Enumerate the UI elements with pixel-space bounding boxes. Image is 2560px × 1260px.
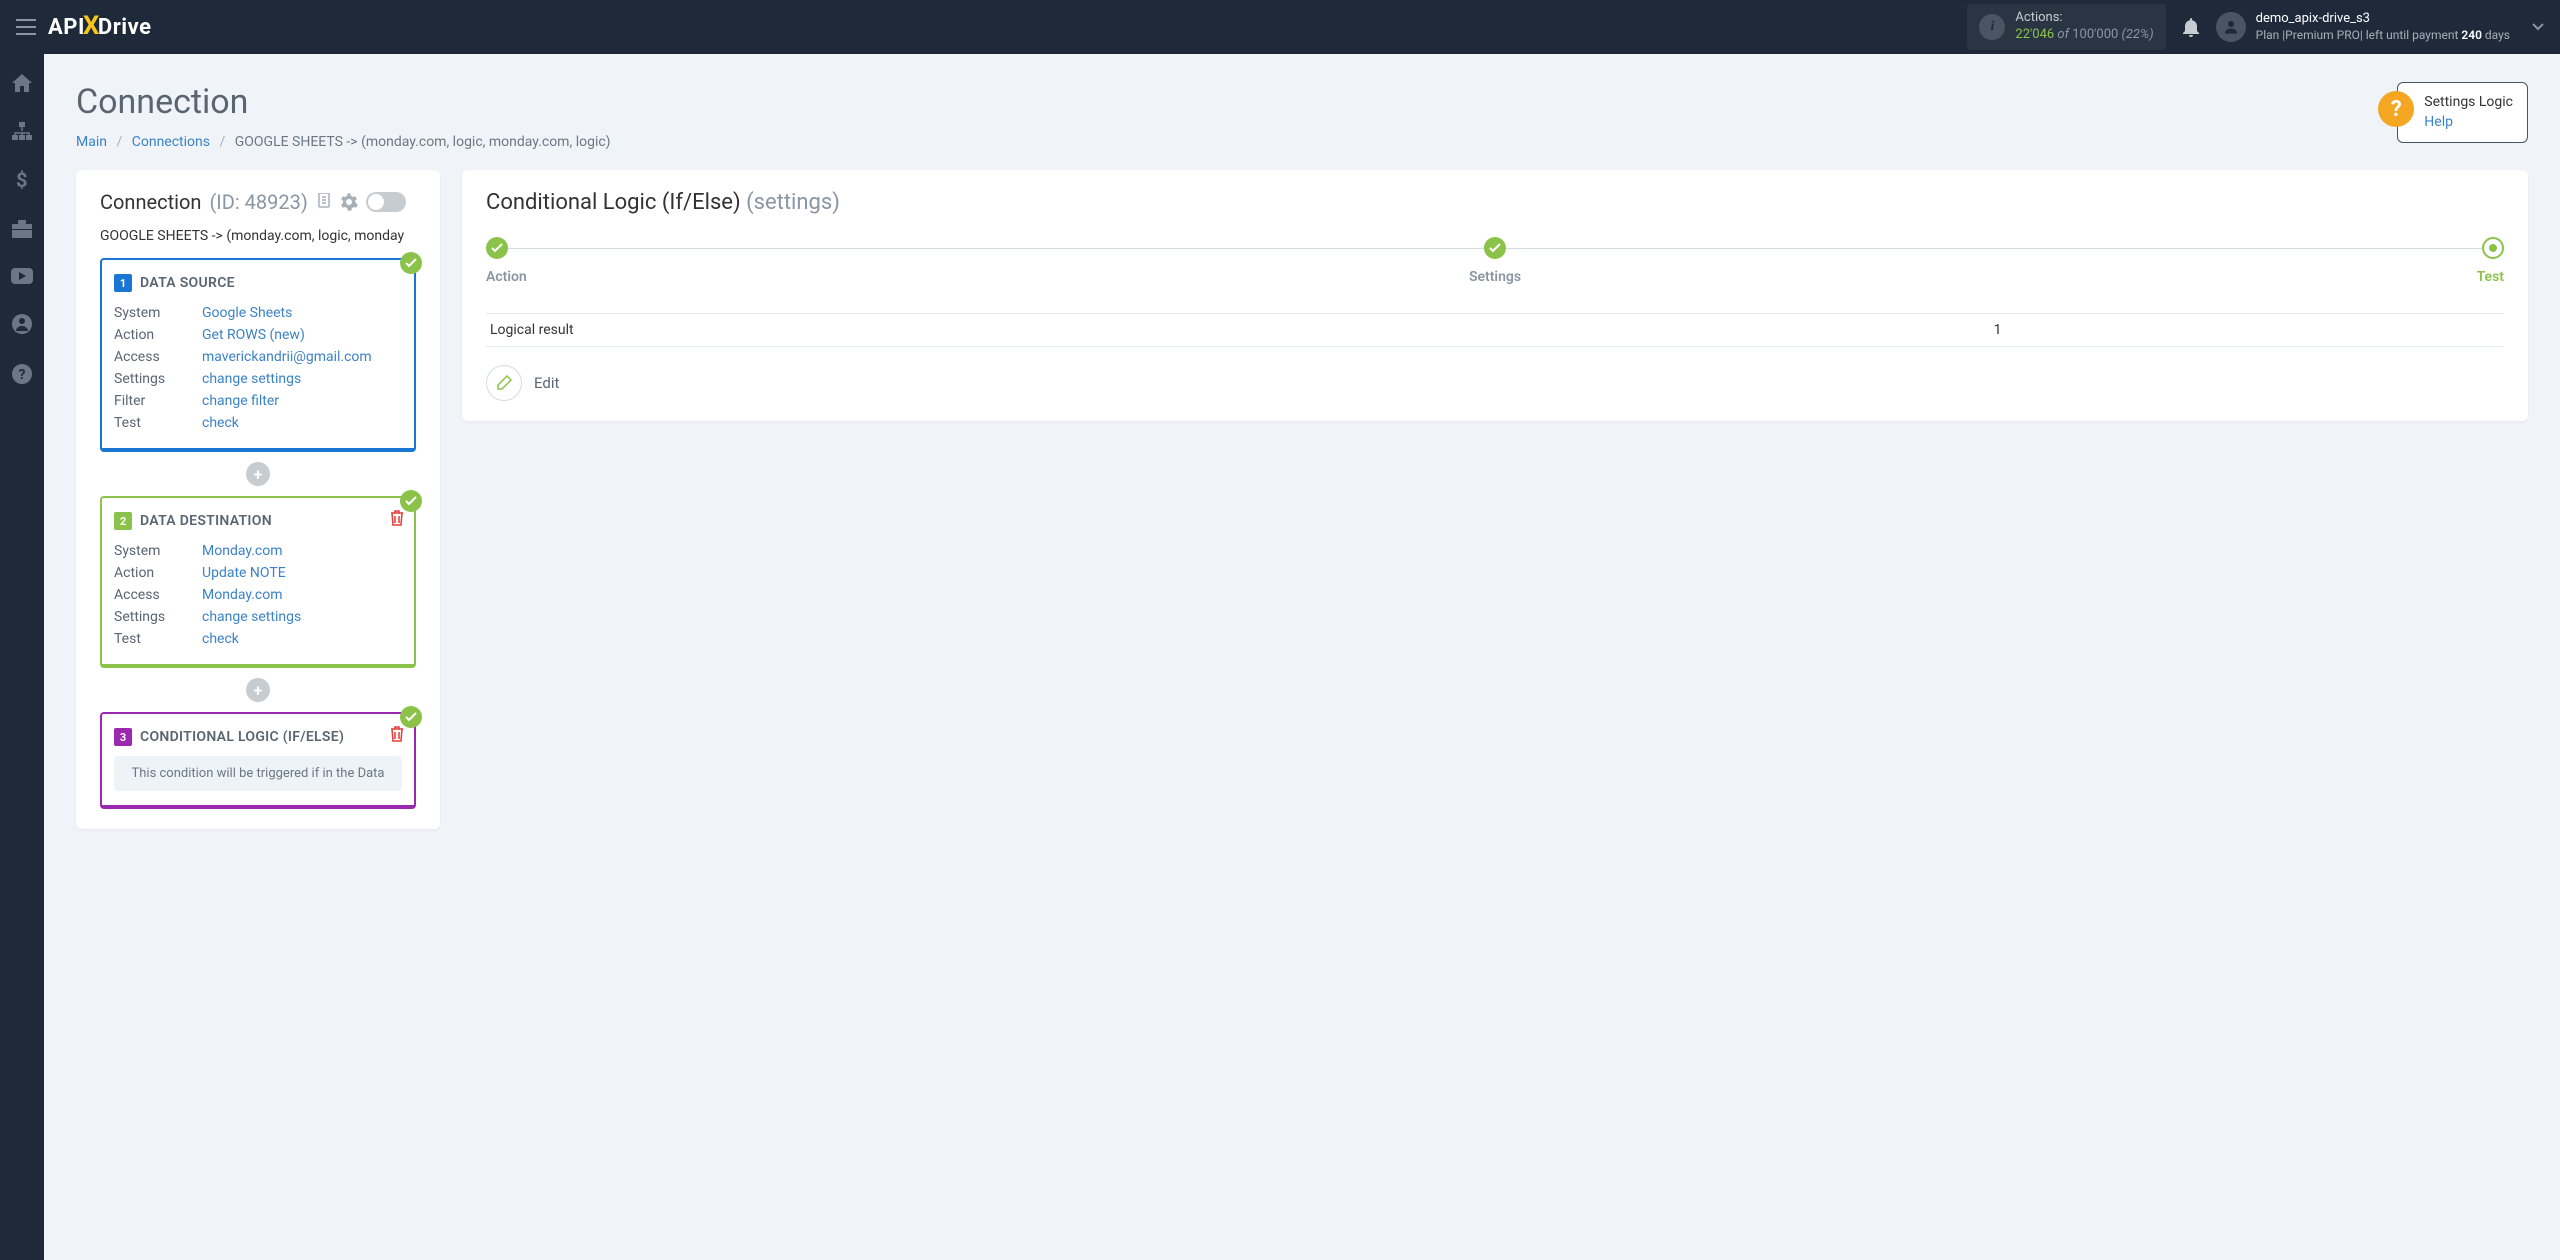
- result-table: Logical result 1: [486, 313, 2504, 347]
- actions-count: 22'046: [2015, 27, 2054, 42]
- breadcrumb-current: GOOGLE SHEETS -> (monday.com, logic, mon…: [235, 134, 611, 150]
- user-plan: Plan |Premium PRO| left until payment 24…: [2256, 28, 2510, 44]
- block-number: 3: [114, 728, 132, 746]
- check-icon: [400, 490, 422, 512]
- step-action-icon[interactable]: [486, 237, 508, 259]
- step-settings-label: Settings: [1469, 269, 1521, 285]
- user-menu[interactable]: demo_apix-drive_s3 Plan |Premium PRO| le…: [2216, 11, 2544, 43]
- logo-post: Drive: [98, 15, 152, 40]
- sidebar-briefcase[interactable]: [0, 216, 44, 242]
- delete-icon[interactable]: [390, 726, 404, 742]
- connection-path: GOOGLE SHEETS -> (monday.com, logic, mon…: [100, 228, 416, 244]
- help-box: ? Settings Logic Help: [2397, 82, 2528, 143]
- actions-pct: (22%): [2118, 27, 2153, 42]
- block-conditional-logic[interactable]: 3 CONDITIONAL LOGIC (IF/ELSE) This condi…: [100, 712, 416, 809]
- step-test-icon[interactable]: [2482, 237, 2504, 259]
- help-icon: ?: [2378, 91, 2414, 127]
- block-data-source[interactable]: 1 DATA SOURCE SystemGoogle Sheets Action…: [100, 258, 416, 452]
- source-system[interactable]: Google Sheets: [202, 305, 292, 321]
- step-test-label: Test: [2477, 269, 2504, 285]
- copy-icon[interactable]: [316, 193, 332, 211]
- check-icon: [400, 706, 422, 728]
- add-block-button[interactable]: +: [246, 462, 270, 486]
- logo-x: X: [83, 11, 100, 41]
- actions-box[interactable]: i Actions: 22'046 of 100'000 (22%): [1967, 4, 2165, 50]
- logo[interactable]: APIXDrive: [48, 12, 151, 42]
- edit-button[interactable]: Edit: [486, 365, 559, 401]
- stepper: Action Settings Test: [486, 237, 2504, 295]
- page-title: Connection: [76, 82, 611, 122]
- delete-icon[interactable]: [390, 510, 404, 526]
- panel-title: Conditional Logic (If/Else) (settings): [486, 190, 2504, 215]
- bell-icon[interactable]: [2182, 17, 2200, 37]
- check-icon: [400, 252, 422, 274]
- actions-label: Actions:: [2015, 10, 2153, 27]
- breadcrumb-connections[interactable]: Connections: [132, 134, 210, 150]
- sidebar-profile[interactable]: [0, 310, 44, 338]
- source-test[interactable]: check: [202, 415, 239, 431]
- result-value: 1: [1495, 322, 2500, 338]
- menu-icon[interactable]: [16, 19, 36, 35]
- sidebar-video[interactable]: [0, 264, 44, 288]
- connection-id: (ID: 48923): [209, 190, 307, 214]
- svg-text:$: $: [16, 170, 27, 190]
- chevron-down-icon: [2532, 23, 2544, 31]
- pencil-icon: [486, 365, 522, 401]
- block-note: This condition will be triggered if in t…: [114, 756, 402, 791]
- connection-toggle[interactable]: [366, 192, 406, 212]
- sidebar: $ ?: [0, 54, 44, 1260]
- svg-text:?: ?: [19, 367, 26, 383]
- avatar-icon: [2216, 12, 2246, 42]
- sidebar-billing[interactable]: $: [0, 166, 44, 194]
- gear-icon[interactable]: [340, 193, 358, 211]
- info-icon: i: [1979, 14, 2005, 40]
- actions-of: of: [2054, 27, 2072, 42]
- settings-panel: Conditional Logic (If/Else) (settings) A…: [462, 170, 2528, 421]
- actions-total: 100'000: [2072, 27, 2118, 42]
- dest-test[interactable]: check: [202, 631, 239, 647]
- block-title: CONDITIONAL LOGIC (IF/ELSE): [140, 729, 344, 745]
- source-settings[interactable]: change settings: [202, 371, 301, 387]
- dest-action[interactable]: Update NOTE: [202, 565, 286, 581]
- sidebar-home[interactable]: [0, 70, 44, 96]
- step-settings-icon[interactable]: [1484, 237, 1506, 259]
- edit-label: Edit: [534, 374, 559, 392]
- add-block-button[interactable]: +: [246, 678, 270, 702]
- breadcrumb: Main / Connections / GOOGLE SHEETS -> (m…: [76, 134, 611, 150]
- sidebar-help[interactable]: ?: [0, 360, 44, 388]
- dest-system[interactable]: Monday.com: [202, 543, 283, 559]
- dest-access[interactable]: Monday.com: [202, 587, 283, 603]
- block-data-destination[interactable]: 2 DATA DESTINATION SystemMonday.com Acti…: [100, 496, 416, 668]
- sidebar-connections[interactable]: [0, 118, 44, 144]
- block-title: DATA DESTINATION: [140, 513, 272, 529]
- step-action-label: Action: [486, 269, 527, 285]
- logo-pre: API: [48, 15, 85, 40]
- result-label: Logical result: [490, 322, 1495, 338]
- source-access[interactable]: maverickandrii@gmail.com: [202, 349, 372, 365]
- username: demo_apix-drive_s3: [2256, 11, 2510, 28]
- help-title: Settings Logic: [2424, 93, 2513, 113]
- dest-settings[interactable]: change settings: [202, 609, 301, 625]
- connection-label: Connection: [100, 190, 201, 214]
- block-title: DATA SOURCE: [140, 275, 235, 291]
- help-link[interactable]: Help: [2424, 113, 2513, 133]
- source-action[interactable]: Get ROWS (new): [202, 327, 305, 343]
- connection-panel: Connection (ID: 48923) GOOGLE SHEETS -> …: [76, 170, 440, 829]
- topbar: APIXDrive i Actions: 22'046 of 100'000 (…: [0, 0, 2560, 54]
- source-filter[interactable]: change filter: [202, 393, 279, 409]
- breadcrumb-main[interactable]: Main: [76, 134, 107, 150]
- block-number: 1: [114, 274, 132, 292]
- block-number: 2: [114, 512, 132, 530]
